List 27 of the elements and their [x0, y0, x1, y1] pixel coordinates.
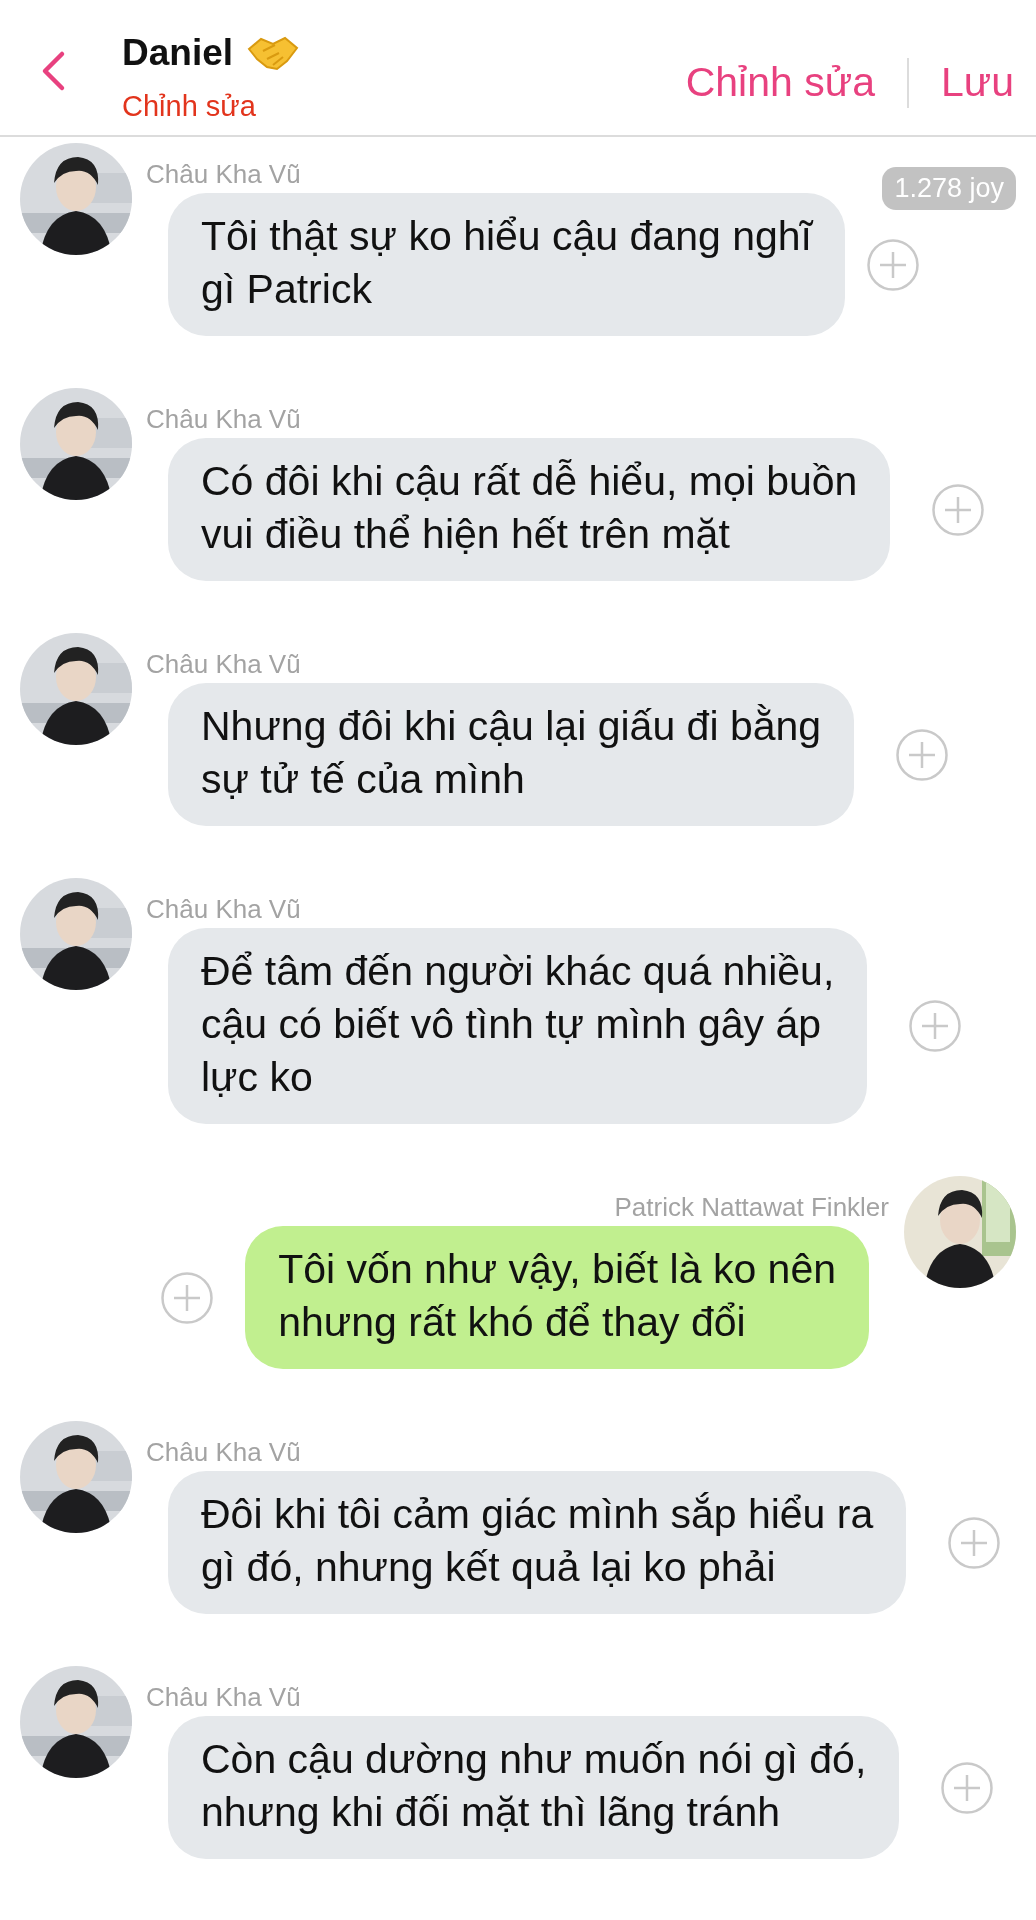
- message-bubble[interactable]: Đôi khi tôi cảm giác mình sắp hiểu ra gì đó, nhưng kết quả lại ko phải: [168, 1471, 907, 1614]
- sender-name: Châu Kha Vũ: [146, 1437, 302, 1467]
- add-reaction-icon[interactable]: [932, 483, 985, 536]
- message-bubble[interactable]: Để tâm đến người khác quá nhiều, cậu có biết vô tình tự mình gây áp lực ko: [168, 928, 868, 1124]
- add-reaction-icon[interactable]: [909, 1000, 962, 1052]
- edit-button[interactable]: Chỉnh sửa: [685, 59, 875, 106]
- add-reaction-icon[interactable]: [866, 238, 919, 291]
- contact-name: Daniel: [122, 32, 234, 74]
- message-bubble[interactable]: Có đôi khi cậu rất dễ hiểu, mọi buồn vui điều thể hiện hết trên mặt: [168, 438, 891, 581]
- handshake-icon: [247, 35, 300, 71]
- add-reaction-icon[interactable]: [948, 1516, 1001, 1569]
- message-bubble[interactable]: Còn cậu dường như muốn nói gì đó, nhưng khi đối mặt thì lãng tránh: [168, 1716, 900, 1859]
- sender-name: Patrick Nattawat Finkler: [614, 1192, 889, 1222]
- save-button[interactable]: Lưu: [940, 59, 1014, 106]
- add-reaction-icon[interactable]: [896, 728, 949, 781]
- message-bubble[interactable]: Tôi thật sự ko hiểu cậu đang nghĩ gì Patrick: [168, 193, 845, 336]
- message-bubble[interactable]: Nhưng đôi khi cậu lại giấu đi bằng sự tử tế của mình: [168, 683, 855, 826]
- edit-status: Chỉnh sửa: [122, 90, 257, 123]
- add-reaction-icon[interactable]: [161, 1271, 214, 1324]
- sender-name: Châu Kha Vũ: [146, 649, 302, 679]
- message-bubble[interactable]: Tôi vốn như vậy, biết là ko nên nhưng rất khó để thay đổi: [245, 1226, 869, 1369]
- sender-name: Châu Kha Vũ: [146, 404, 302, 434]
- sender-name: Châu Kha Vũ: [146, 894, 302, 924]
- back-icon[interactable]: [40, 49, 66, 92]
- add-reaction-icon[interactable]: [941, 1761, 994, 1814]
- sender-name: Châu Kha Vũ: [146, 1682, 302, 1712]
- joy-count-badge: 1.278 joy: [882, 167, 1016, 210]
